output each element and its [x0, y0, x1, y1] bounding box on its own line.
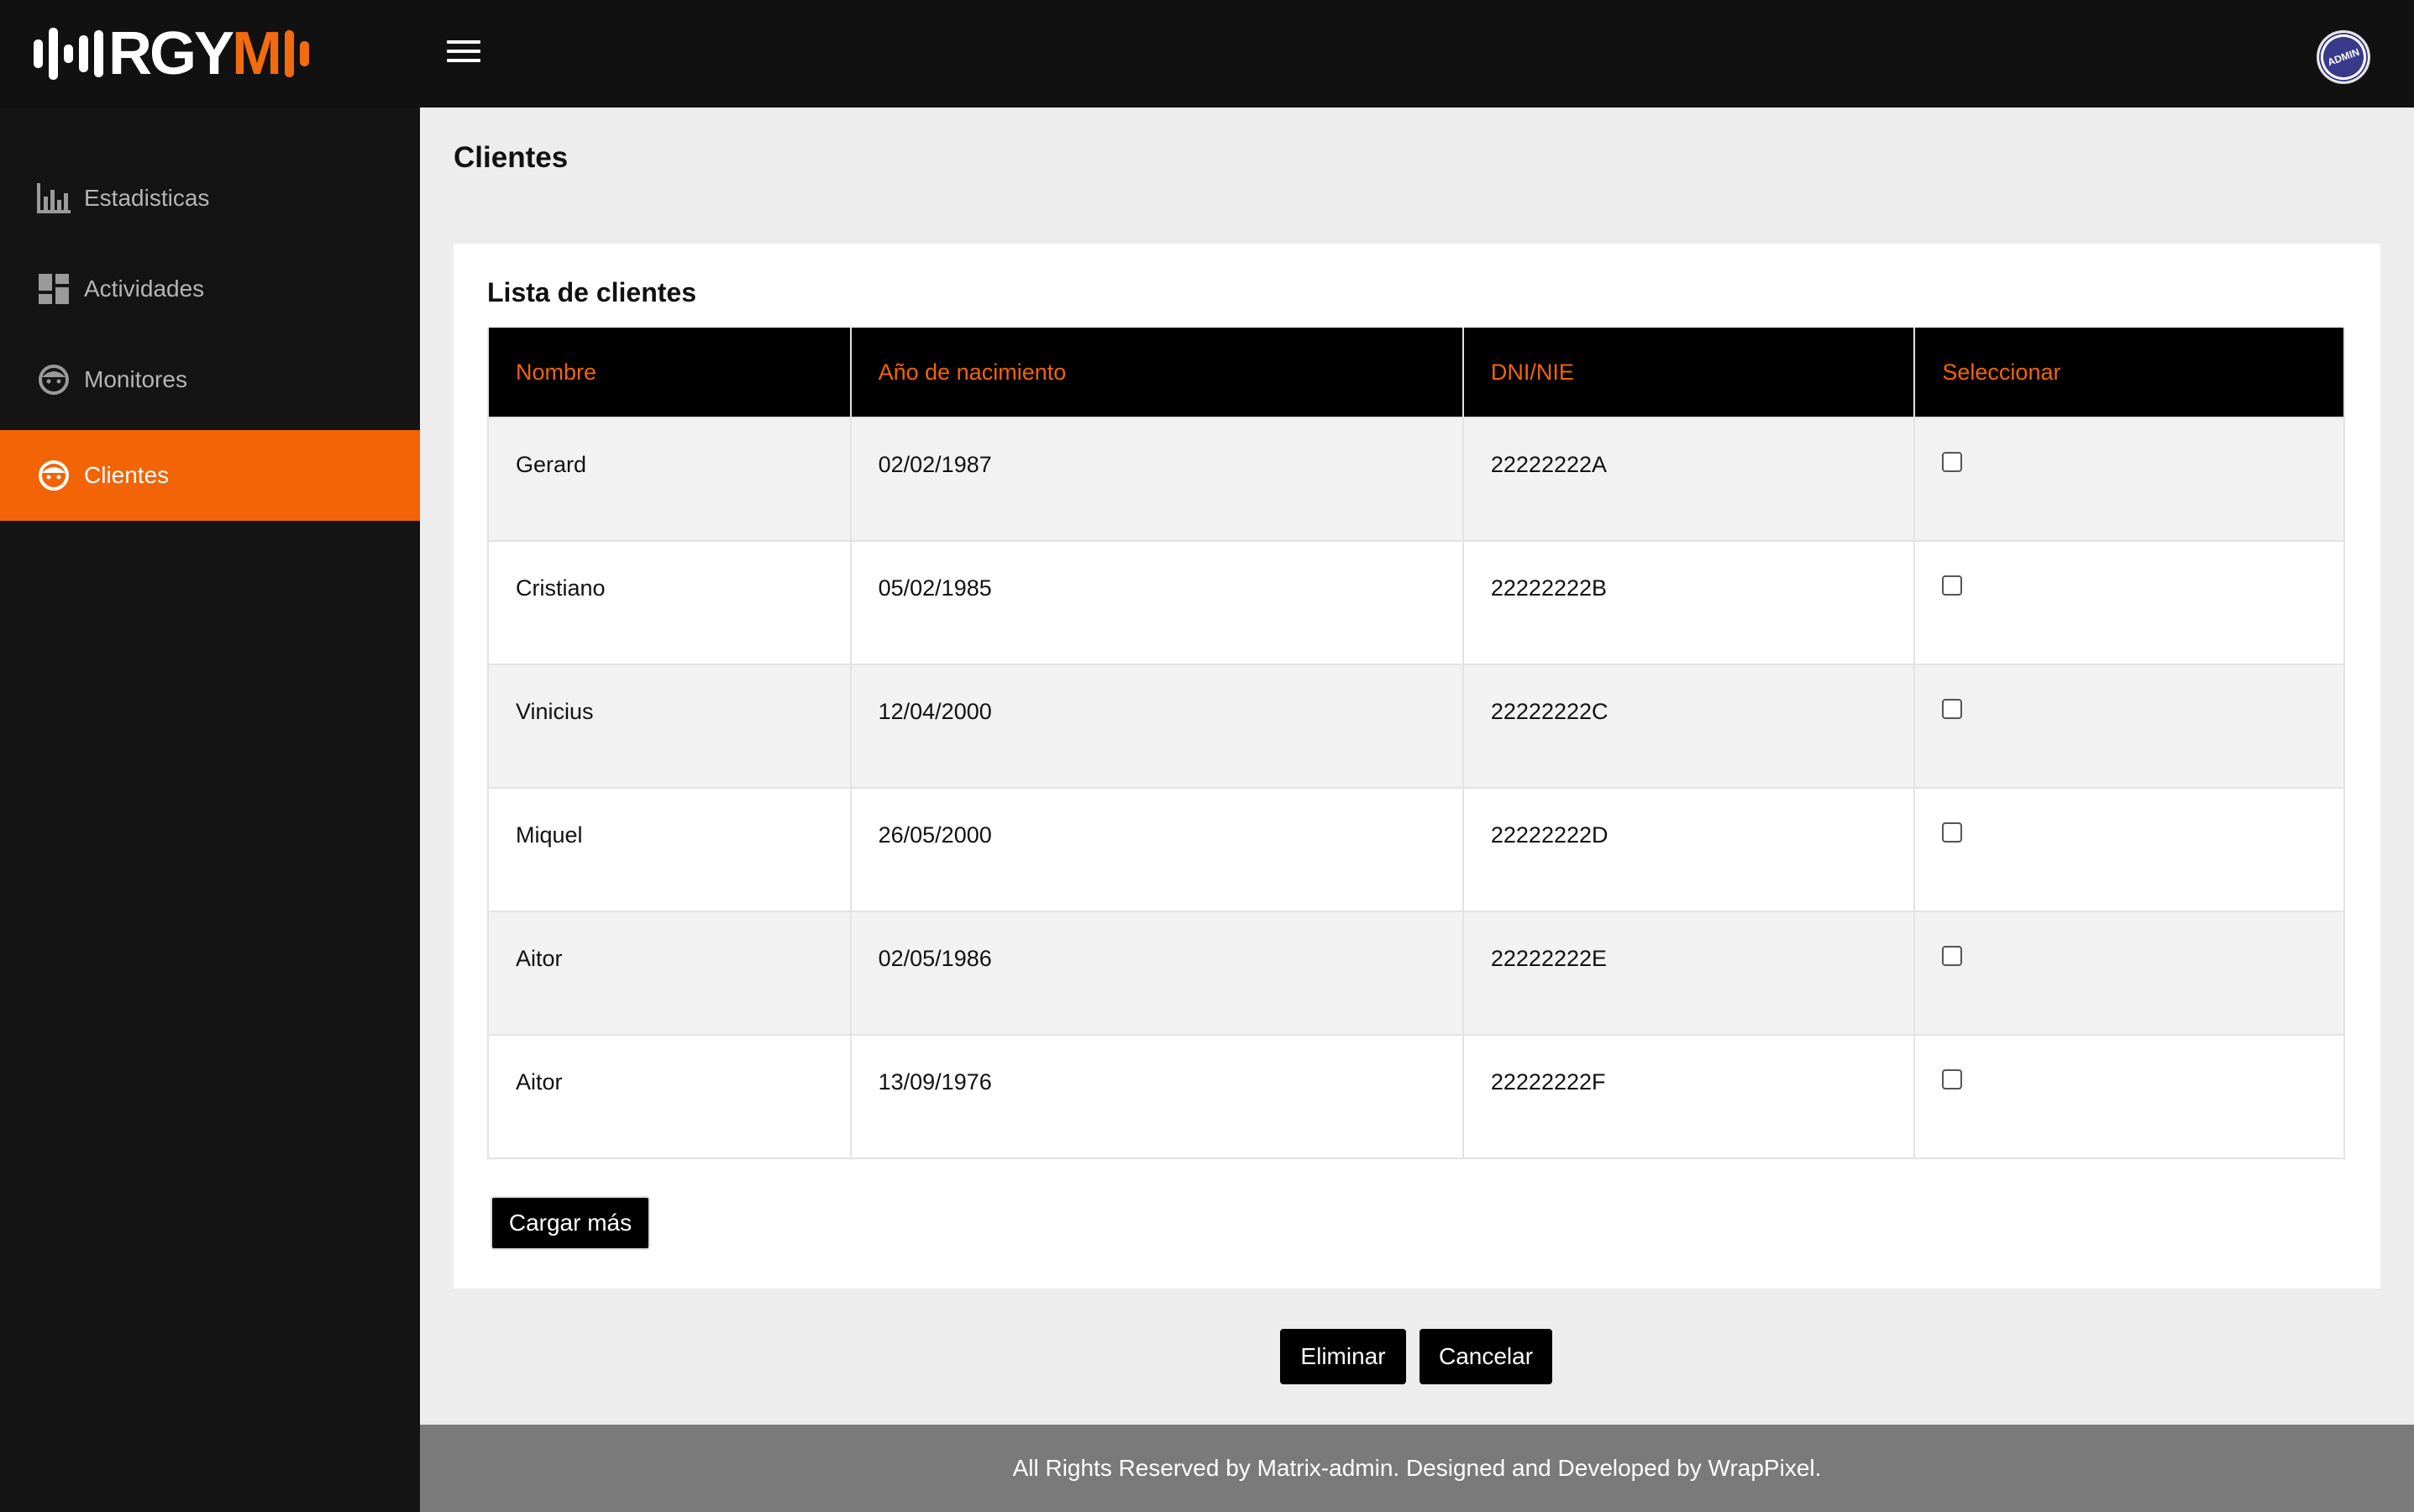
- select-checkbox[interactable]: [1942, 1069, 1963, 1089]
- cell-name: Aitor: [487, 1034, 852, 1159]
- select-checkbox[interactable]: [1942, 575, 1963, 596]
- load-more-button[interactable]: Cargar más: [491, 1196, 650, 1250]
- cell-name: Cristiano: [487, 540, 852, 665]
- face-icon: [37, 363, 71, 396]
- sidebar-item-actividades[interactable]: Actividades: [0, 244, 420, 334]
- cell-select: [1913, 787, 2345, 912]
- cell-select: [1913, 911, 2345, 1036]
- clients-table: Nombre Año de nacimiento DNI/NIE Selecci…: [487, 328, 2345, 1159]
- column-header-nombre: Nombre: [487, 328, 852, 417]
- cell-select: [1913, 540, 2345, 665]
- face-icon: [37, 459, 71, 492]
- sidebar: Estadisticas Actividades Monitores Clien…: [0, 108, 420, 1512]
- bar-chart-icon: [37, 181, 71, 215]
- table-row: Cristiano 05/02/1985 22222222B: [487, 540, 2345, 665]
- table-header-row: Nombre Año de nacimiento DNI/NIE Selecci…: [487, 328, 2345, 417]
- cell-dni: 22222222C: [1462, 664, 1916, 789]
- sidebar-item-monitores[interactable]: Monitores: [0, 334, 420, 425]
- cell-name: Vinicius: [487, 664, 852, 789]
- brand-logo[interactable]: RGYM: [34, 20, 310, 87]
- logo-bars-left: [34, 28, 103, 80]
- cell-dni: 22222222B: [1462, 540, 1916, 665]
- cell-birth: 12/04/2000: [849, 664, 1464, 789]
- clients-card: Lista de clientes Nombre Año de nacimien…: [454, 244, 2380, 1289]
- cell-name: Miquel: [487, 787, 852, 912]
- cell-name: Gerard: [487, 417, 852, 542]
- dashboard-grid-icon: [37, 272, 71, 306]
- select-checkbox[interactable]: [1942, 946, 1963, 966]
- cell-birth: 13/09/1976: [849, 1034, 1464, 1159]
- logo-text: RGYM: [108, 20, 282, 87]
- cell-select: [1913, 417, 2345, 542]
- select-checkbox[interactable]: [1942, 452, 1963, 472]
- select-checkbox[interactable]: [1942, 822, 1963, 843]
- table-row: Aitor 02/05/1986 22222222E: [487, 911, 2345, 1036]
- sidebar-item-label: Clientes: [84, 462, 170, 488]
- cell-birth: 05/02/1985: [849, 540, 1464, 665]
- cancel-button[interactable]: Cancelar: [1420, 1329, 1552, 1384]
- hamburger-menu-icon[interactable]: [447, 40, 480, 67]
- sidebar-item-label: Estadisticas: [84, 185, 210, 211]
- cell-select: [1913, 664, 2345, 789]
- column-header-dni: DNI/NIE: [1462, 328, 1916, 417]
- cell-birth: 02/05/1986: [849, 911, 1464, 1036]
- column-header-nacimiento: Año de nacimiento: [849, 328, 1464, 417]
- cell-dni: 22222222D: [1462, 787, 1916, 912]
- page-title: Clientes: [454, 141, 569, 174]
- sidebar-item-label: Monitores: [84, 366, 187, 392]
- delete-button[interactable]: Eliminar: [1280, 1329, 1406, 1384]
- table-row: Miquel 26/05/2000 22222222D: [487, 787, 2345, 912]
- sidebar-item-clientes[interactable]: Clientes: [0, 430, 420, 521]
- sidebar-item-estadisticas[interactable]: Estadisticas: [0, 153, 420, 244]
- table-row: Gerard 02/02/1987 22222222A: [487, 417, 2345, 542]
- cell-birth: 26/05/2000: [849, 787, 1464, 912]
- footer: All Rights Reserved by Matrix-admin. Des…: [420, 1425, 2414, 1512]
- cell-dni: 22222222E: [1462, 911, 1916, 1036]
- table-row: Aitor 13/09/1976 22222222F: [487, 1034, 2345, 1159]
- user-avatar[interactable]: ADMIN: [2314, 28, 2373, 87]
- avatar-badge: ADMIN: [2314, 28, 2373, 87]
- footer-text: All Rights Reserved by Matrix-admin. Des…: [1012, 1455, 1822, 1481]
- cell-select: [1913, 1034, 2345, 1159]
- cell-name: Aitor: [487, 911, 852, 1036]
- column-header-seleccionar: Seleccionar: [1913, 328, 2345, 417]
- select-checkbox[interactable]: [1942, 699, 1963, 719]
- sidebar-item-label: Actividades: [84, 276, 205, 302]
- cell-birth: 02/02/1987: [849, 417, 1464, 542]
- top-navbar: RGYM ADMIN: [0, 0, 2414, 108]
- card-title: Lista de clientes: [487, 277, 696, 307]
- cell-dni: 22222222F: [1462, 1034, 1916, 1159]
- cell-dni: 22222222A: [1462, 417, 1916, 542]
- table-row: Vinicius 12/04/2000 22222222C: [487, 664, 2345, 789]
- logo-bars-right: [285, 30, 310, 77]
